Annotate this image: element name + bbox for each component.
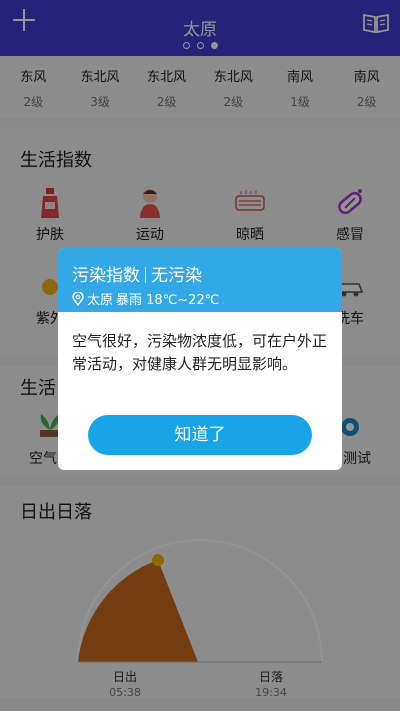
dialog-title-label: 污染指数 (72, 266, 140, 286)
confirm-button[interactable]: 知道了 (88, 415, 312, 455)
pollution-status: 无污染 (151, 266, 202, 286)
dialog-subtitle: 太原 暴雨 18℃~22℃ (72, 289, 219, 308)
dialog-header: 污染指数 无污染 太原 暴雨 18℃~22℃ (58, 248, 342, 312)
title-divider (145, 267, 146, 283)
location-pin-icon (72, 291, 84, 306)
pollution-dialog: 污染指数 无污染 太原 暴雨 18℃~22℃ 空气很好，污染物浓度低，可在户外正常… (58, 248, 342, 470)
dialog-title: 污染指数 无污染 (72, 261, 202, 286)
dialog-weather: 暴雨 18℃~22℃ (116, 293, 220, 308)
dialog-location: 太原 (87, 293, 114, 308)
dialog-message: 空气很好，污染物浓度低，可在户外正常活动，对健康人群无明显影响。 (72, 332, 328, 373)
